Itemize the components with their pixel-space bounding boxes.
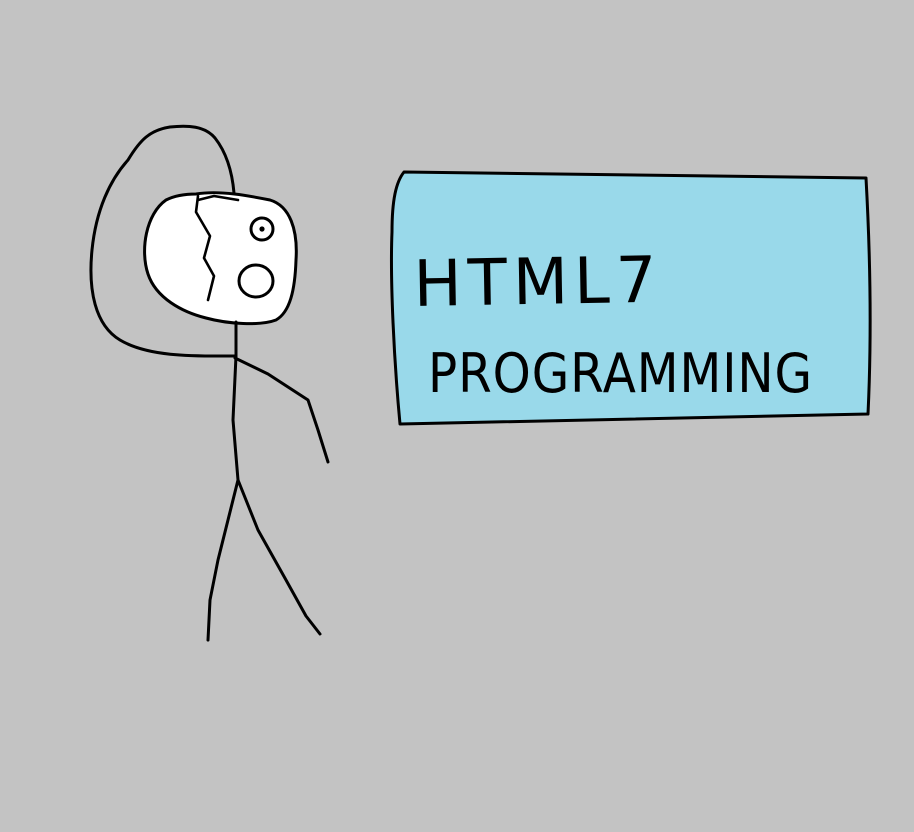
drawing-canvas: HTML7 PROGRAMMING [0,0,914,832]
sign-line-2: PROGRAMMING [428,342,813,405]
sign: HTML7 PROGRAMMING [389,170,872,426]
sign-line-1: HTML7 [413,244,663,322]
mouth [237,263,275,299]
drawing-svg: HTML7 PROGRAMMING [0,0,914,832]
pupil [259,226,265,232]
